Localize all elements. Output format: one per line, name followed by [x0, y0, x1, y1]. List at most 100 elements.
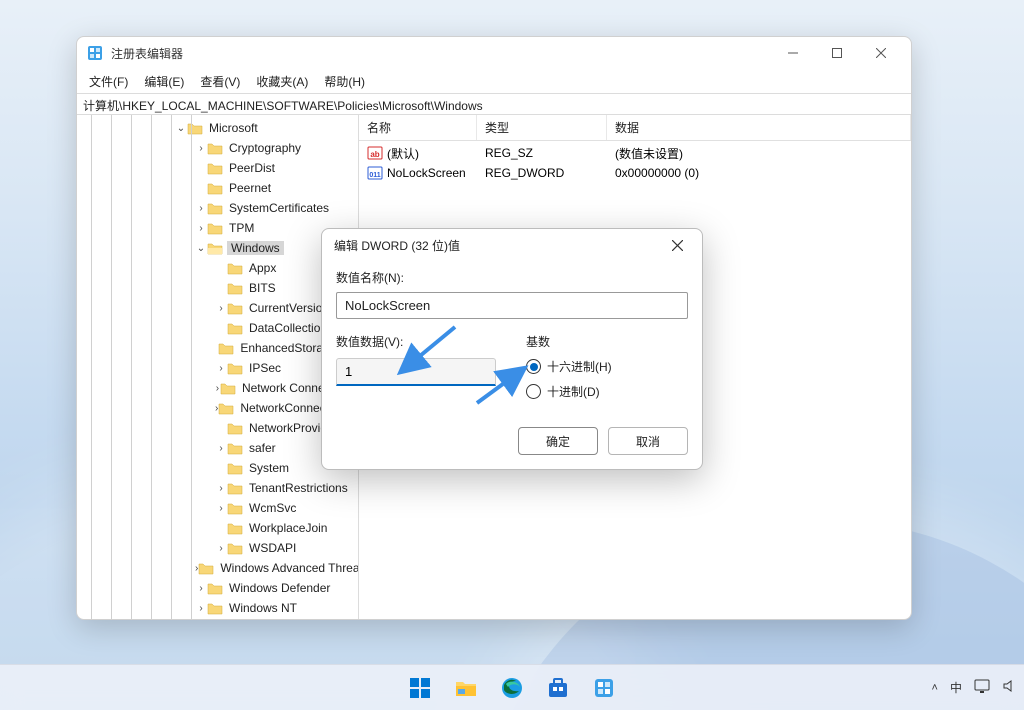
edge-icon[interactable] [492, 668, 532, 708]
tree-item-cryptography[interactable]: › Cryptography [77, 138, 358, 158]
folder-icon [207, 181, 223, 195]
ime-indicator[interactable]: 中 [950, 679, 962, 696]
chevron-right-icon[interactable]: › [215, 503, 227, 514]
menu-file[interactable]: 文件(F) [81, 73, 136, 90]
values-header[interactable]: 名称 类型 数据 [359, 115, 911, 141]
address-bar[interactable]: 计算机\HKEY_LOCAL_MACHINE\SOFTWARE\Policies… [77, 93, 911, 115]
cancel-button[interactable]: 取消 [608, 427, 688, 455]
folder-icon [227, 281, 243, 295]
tree-label: WcmSvc [247, 501, 298, 515]
folder-icon [187, 121, 203, 135]
folder-icon [207, 201, 223, 215]
tray-chevron-icon[interactable]: ˄ [932, 682, 938, 694]
tree-item-system[interactable]: ›System [77, 458, 358, 478]
tree-item-wsdapi[interactable]: ›WSDAPI [77, 538, 358, 558]
tree-label: Microsoft [207, 121, 260, 135]
tree-item-networkprovider[interactable]: ›NetworkProvider [77, 418, 358, 438]
tree-item-workplacejoin[interactable]: ›WorkplaceJoin [77, 518, 358, 538]
tree-item-peernet[interactable]: ›Peernet [77, 178, 358, 198]
store-icon[interactable] [538, 668, 578, 708]
value-row[interactable]: ab (默认) REG_SZ (数值未设置) [359, 143, 911, 163]
chevron-down-icon[interactable]: ⌄ [195, 243, 207, 254]
tree-item-tenantrestrictions[interactable]: ›TenantRestrictions [77, 478, 358, 498]
tree-item-appx[interactable]: ›Appx [77, 258, 358, 278]
radio-dec[interactable]: 十进制(D) [526, 383, 688, 400]
volume-icon[interactable] [1002, 679, 1016, 696]
tree-item-wcmsvc[interactable]: › WcmSvc [77, 498, 358, 518]
chevron-right-icon[interactable]: › [215, 443, 227, 454]
chevron-right-icon[interactable]: › [195, 603, 207, 614]
tree-item-ipsec[interactable]: › IPSec [77, 358, 358, 378]
chevron-right-icon[interactable]: › [195, 223, 207, 234]
tree-item-bits[interactable]: ›BITS [77, 278, 358, 298]
folder-icon [227, 541, 243, 555]
tree-label: Cryptography [227, 141, 303, 155]
folder-icon [227, 441, 243, 455]
tree-panel[interactable]: ⌄ Microsoft ›Cryptography ›PeerDist ›Pee… [77, 115, 359, 619]
svg-text:011: 011 [369, 172, 380, 179]
chevron-right-icon[interactable]: › [195, 143, 207, 154]
column-type[interactable]: 类型 [477, 115, 607, 140]
start-button[interactable] [400, 668, 440, 708]
radio-dec-label: 十进制(D) [547, 383, 600, 400]
value-row[interactable]: 011 NoLockScreen REG_DWORD 0x00000000 (0… [359, 163, 911, 183]
column-name[interactable]: 名称 [359, 115, 477, 140]
dialog-titlebar[interactable]: 编辑 DWORD (32 位)值 [322, 229, 702, 261]
tree-item-peerdist[interactable]: ›PeerDist [77, 158, 358, 178]
tree-item-systemcertificates[interactable]: › SystemCertificates [77, 198, 358, 218]
titlebar[interactable]: 注册表编辑器 [77, 37, 911, 69]
radio-hex[interactable]: 十六进制(H) [526, 358, 688, 375]
tree-item-currentversion[interactable]: ›CurrentVersion [77, 298, 358, 318]
close-button[interactable] [662, 240, 692, 251]
tree-label: IPSec [247, 361, 283, 375]
chevron-right-icon[interactable]: › [215, 483, 227, 494]
maximize-button[interactable] [815, 38, 859, 68]
regedit-taskbar-icon[interactable] [584, 668, 624, 708]
tree-label: Windows Defender [227, 581, 332, 595]
tree-label: DataCollection [247, 321, 329, 335]
chevron-right-icon[interactable]: › [195, 203, 207, 214]
minimize-button[interactable] [771, 38, 815, 68]
network-icon[interactable] [974, 679, 990, 696]
ok-button[interactable]: 确定 [518, 427, 598, 455]
data-input[interactable] [336, 358, 496, 386]
svg-text:ab: ab [370, 150, 379, 159]
taskbar[interactable]: ˄ 中 [0, 664, 1024, 710]
menu-help[interactable]: 帮助(H) [316, 73, 373, 90]
tree-item-datacollection[interactable]: ›DataCollection [77, 318, 358, 338]
tree-item-windows[interactable]: ⌄Windows [77, 238, 358, 258]
tree-label: SystemCertificates [227, 201, 331, 215]
tree-item-tpm[interactable]: ›TPM [77, 218, 358, 238]
tree-item-microsoft[interactable]: ⌄ Microsoft [77, 118, 358, 138]
explorer-icon[interactable] [446, 668, 486, 708]
chevron-down-icon[interactable]: ⌄ [175, 123, 187, 134]
tree-item-windowsdefender[interactable]: › Windows Defender [77, 578, 358, 598]
tree-item-networkconnections[interactable]: ›Network Connections [77, 378, 358, 398]
tree-item-windowsnt[interactable]: ›Windows NT [77, 598, 358, 618]
reg-sz-icon: ab [367, 145, 383, 161]
close-button[interactable] [859, 38, 903, 68]
folder-icon [207, 581, 223, 595]
column-data[interactable]: 数据 [607, 115, 911, 140]
folder-icon [227, 361, 243, 375]
tree-item-safer[interactable]: ›safer [77, 438, 358, 458]
value-name: (默认) [387, 145, 419, 162]
tree-item-windowsadvthreat[interactable]: ›Windows Advanced Threat Protection [77, 558, 358, 578]
tree-item-networkconnectivity[interactable]: ›NetworkConnectivityStatusIndicator [77, 398, 358, 418]
name-field[interactable]: NoLockScreen [336, 292, 688, 319]
chevron-right-icon[interactable]: › [215, 543, 227, 554]
chevron-right-icon[interactable]: › [215, 363, 227, 374]
chevron-right-icon[interactable]: › [195, 583, 207, 594]
tree-label: Windows Advanced Threat Protection [218, 561, 359, 575]
chevron-right-icon[interactable]: › [215, 303, 227, 314]
menu-favorites[interactable]: 收藏夹(A) [248, 73, 316, 90]
tree-item-enhancedstorage[interactable]: ›EnhancedStorageDevices [77, 338, 358, 358]
folder-icon [227, 261, 243, 275]
name-label: 数值名称(N): [336, 269, 688, 286]
menu-edit[interactable]: 编辑(E) [136, 73, 192, 90]
menu-view[interactable]: 查看(V) [192, 73, 248, 90]
menubar: 文件(F) 编辑(E) 查看(V) 收藏夹(A) 帮助(H) [77, 69, 911, 93]
value-name: NoLockScreen [387, 166, 466, 180]
value-data: 0x00000000 (0) [607, 166, 911, 180]
tree-label: Peernet [227, 181, 273, 195]
